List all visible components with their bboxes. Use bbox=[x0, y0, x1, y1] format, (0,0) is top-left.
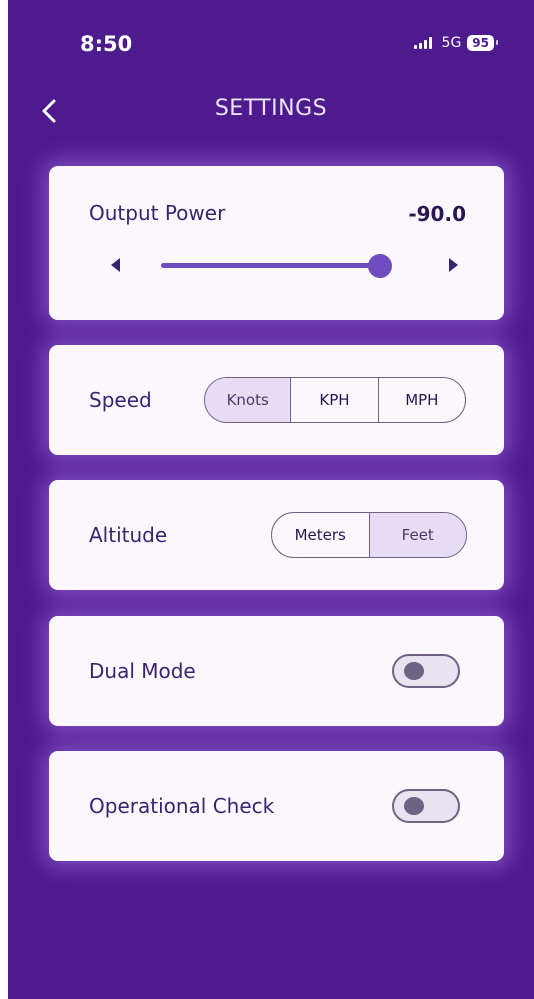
operational-check-card: Operational Check bbox=[49, 751, 504, 861]
operational-check-toggle[interactable] bbox=[392, 789, 460, 823]
speed-option-kph[interactable]: KPH bbox=[290, 378, 377, 422]
toggle-knob bbox=[404, 662, 424, 680]
status-indicators: 5G 95 bbox=[413, 35, 498, 51]
dual-mode-card: Dual Mode bbox=[49, 616, 504, 726]
toggle-knob bbox=[404, 797, 424, 815]
dual-mode-toggle[interactable] bbox=[392, 654, 460, 688]
triangle-left-icon[interactable] bbox=[111, 258, 120, 272]
slider-fill bbox=[161, 263, 380, 268]
page-title: SETTINGS bbox=[214, 96, 328, 121]
output-power-card: Output Power -90.0 bbox=[49, 166, 504, 320]
speed-card: Speed Knots KPH MPH bbox=[49, 345, 504, 455]
network-type: 5G bbox=[441, 35, 462, 51]
speed-unit-selector: Knots KPH MPH bbox=[204, 377, 466, 423]
signal-bars-icon bbox=[413, 37, 432, 49]
operational-check-label: Operational Check bbox=[89, 794, 275, 818]
dual-mode-label: Dual Mode bbox=[89, 659, 196, 683]
triangle-right-icon[interactable] bbox=[449, 258, 458, 272]
altitude-option-meters[interactable]: Meters bbox=[272, 513, 369, 557]
altitude-label: Altitude bbox=[89, 523, 168, 547]
altitude-unit-selector: Meters Feet bbox=[271, 512, 467, 558]
altitude-card: Altitude Meters Feet bbox=[49, 480, 504, 590]
battery-icon: 95 bbox=[467, 35, 498, 51]
output-power-value: -90.0 bbox=[408, 202, 466, 226]
output-power-label: Output Power bbox=[89, 201, 226, 225]
app-screen: 8:50 5G 95 SETTINGS Output Power -90.0 S… bbox=[8, 0, 534, 999]
status-bar: 8:50 5G 95 bbox=[8, 0, 534, 80]
speed-option-knots[interactable]: Knots bbox=[205, 378, 291, 422]
speed-label: Speed bbox=[89, 388, 152, 412]
altitude-option-feet[interactable]: Feet bbox=[368, 513, 466, 557]
status-time: 8:50 bbox=[80, 32, 133, 56]
slider-thumb[interactable] bbox=[367, 254, 392, 278]
output-power-slider[interactable] bbox=[161, 254, 392, 278]
speed-option-mph[interactable]: MPH bbox=[377, 378, 465, 422]
